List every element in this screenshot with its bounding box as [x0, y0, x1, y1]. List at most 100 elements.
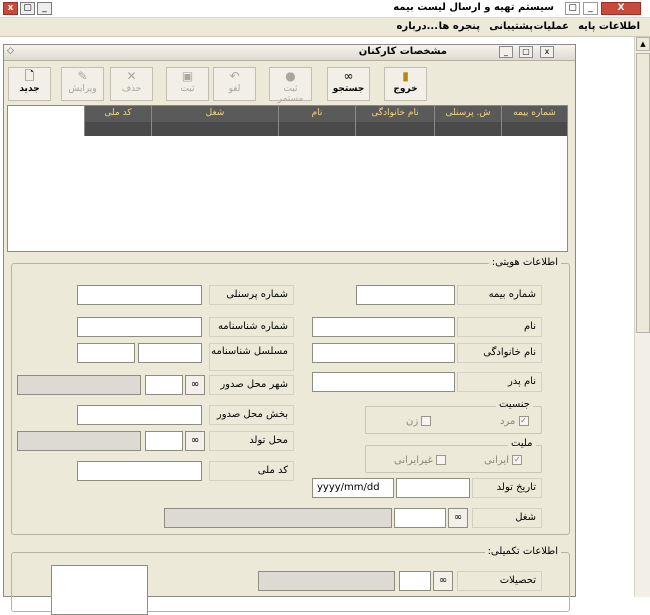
binoculars-icon: ∞ [438, 575, 448, 586]
job-code-input[interactable] [394, 508, 446, 528]
female-radio[interactable]: زن [406, 416, 432, 427]
undo-icon: ↶ [229, 69, 240, 83]
col-job[interactable]: شغل [151, 106, 278, 122]
col-insurance-no[interactable]: شماره بیمه [501, 106, 567, 122]
serial-input-1[interactable] [138, 343, 202, 363]
edit-button[interactable]: ✎ ویرایش [61, 67, 104, 101]
delete-button[interactable]: ✕ حذف [110, 67, 153, 101]
minimize-icon[interactable]: _ [37, 2, 52, 15]
employees-grid[interactable]: شماره بیمه ش. پرسنلی نام خانوادگی نام شغ… [7, 105, 568, 252]
issue-city-name-field [17, 375, 141, 395]
birth-place-name-field [17, 431, 141, 451]
menu-support[interactable]: پشتیبانی [489, 21, 533, 32]
app-restore-icon[interactable]: ▢ [565, 2, 580, 15]
binoculars-icon: ∞ [190, 379, 200, 390]
window-title-bar: ◇ مشخصات کارکنان _ ▢ x [4, 45, 575, 61]
menu-windows[interactable]: پنجره ها [439, 21, 480, 32]
education-label: تحصیلات [457, 571, 542, 591]
national-code-input[interactable] [77, 461, 202, 481]
window-title: مشخصات کارکنان [358, 46, 447, 57]
job-lookup-button[interactable]: ∞ [448, 508, 468, 528]
education-lookup-button[interactable]: ∞ [433, 571, 453, 591]
issue-district-label: بخش محل صدور [209, 405, 294, 425]
grid-header: شماره بیمه ش. پرسنلی نام خانوادگی نام شغ… [84, 106, 567, 122]
employee-window: ◇ مشخصات کارکنان _ ▢ x ▮ خروج ∞ جستجو ● … [3, 44, 576, 615]
national-code-label: کد ملی [209, 461, 294, 481]
non-iranian-radio[interactable]: غیرایرانی [394, 455, 446, 466]
col-national-code[interactable]: کد ملی [84, 106, 151, 122]
menu-operations[interactable]: عملیات [533, 21, 569, 32]
exit-button[interactable]: ▮ خروج [384, 67, 427, 101]
menu-about[interactable]: درباره... [397, 21, 438, 32]
save-continuous-icon: ● [285, 69, 296, 83]
window-minimize-icon[interactable]: _ [499, 46, 513, 58]
birth-place-code-input[interactable] [145, 431, 183, 451]
insurance-no-label: شماره بیمه [457, 285, 542, 305]
extra-info-legend: اطلاعات تکمیلی: [484, 546, 561, 557]
issue-city-code-input[interactable] [145, 375, 183, 395]
issue-district-input[interactable] [77, 405, 202, 425]
father-name-input[interactable] [312, 372, 455, 392]
issue-city-label: شهر محل صدور [209, 375, 294, 395]
first-name-input[interactable] [312, 317, 455, 337]
birth-date-label: تاریخ تولد [472, 478, 542, 498]
birth-date-format: yyyy/mm/dd [312, 478, 394, 498]
new-button[interactable]: 🗋 جدید [8, 67, 51, 101]
personnel-no-input[interactable] [77, 285, 202, 305]
new-document-icon: 🗋 [24, 69, 35, 83]
iranian-radio[interactable]: ✓ ایرانی [484, 455, 523, 466]
delete-x-icon: ✕ [126, 69, 137, 83]
serial-label: مسلسل شناسنامه [209, 343, 294, 371]
menu-basic-info[interactable]: اطلاعات پایه [578, 21, 640, 32]
col-last-name[interactable]: نام خانوادگی [355, 106, 434, 122]
app-title: سیستم تهیه و ارسال لیست بیمه [393, 2, 554, 13]
job-label: شغل [472, 508, 542, 528]
save-button[interactable]: ▣ ثبت [166, 67, 209, 101]
binoculars-icon: ∞ [190, 435, 200, 446]
job-name-field [164, 508, 392, 528]
birth-place-lookup-button[interactable]: ∞ [185, 431, 205, 451]
col-first-name[interactable]: نام [278, 106, 355, 122]
vertical-scrollbar[interactable]: ▲ [634, 37, 650, 597]
id-number-label: شماره شناسنامه [209, 317, 294, 337]
education-code-input[interactable] [399, 571, 431, 591]
gender-legend: جنسیت [496, 399, 533, 410]
binoculars-icon: ∞ [453, 512, 463, 523]
menu-bar: اطلاعات پایه عملیات پشتیبانی پنجره ها در… [0, 18, 650, 37]
window-restore-icon[interactable]: ▢ [519, 46, 533, 58]
id-number-input[interactable] [77, 317, 202, 337]
identity-legend: اطلاعات هویتی: [488, 257, 561, 268]
cancel-button[interactable]: ↶ لغو [213, 67, 256, 101]
photo-box[interactable] [51, 565, 148, 615]
save-continuous-button[interactable]: ● ثبت مستمر [269, 67, 312, 104]
close-icon[interactable]: x [3, 2, 18, 15]
last-name-input[interactable] [312, 343, 455, 363]
education-name-field [258, 571, 395, 591]
insurance-no-input[interactable] [356, 285, 455, 305]
scroll-thumb[interactable] [636, 53, 650, 333]
col-personnel-no[interactable]: ش. پرسنلی [434, 106, 501, 122]
binoculars-icon: ∞ [343, 69, 354, 83]
edit-icon: ✎ [77, 69, 88, 83]
search-button[interactable]: ∞ جستجو [327, 67, 370, 101]
father-name-label: نام پدر [457, 372, 542, 392]
check-icon: ✓ [518, 416, 529, 426]
last-name-label: نام خانوادگی [457, 343, 542, 363]
serial-input-2[interactable] [77, 343, 135, 363]
app-minimize-icon[interactable]: _ [583, 2, 598, 15]
table-row[interactable] [84, 122, 567, 136]
nationality-legend: ملیت [508, 438, 536, 449]
door-icon: ▮ [402, 69, 409, 83]
app-title-bar: x ▢ _ سیستم تهیه و ارسال لیست بیمه ▢ _ X [0, 0, 650, 18]
check-icon: ✓ [512, 455, 523, 465]
app-close-icon[interactable]: X [601, 2, 641, 15]
issue-city-lookup-button[interactable]: ∞ [185, 375, 205, 395]
restore-icon[interactable]: ▢ [20, 2, 35, 15]
male-radio[interactable]: ✓ مرد [500, 416, 529, 427]
window-system-icon[interactable]: ◇ [7, 46, 14, 56]
birth-place-label: محل تولد [209, 431, 294, 451]
birth-date-input[interactable] [396, 478, 470, 498]
window-close-icon[interactable]: x [540, 46, 554, 58]
scroll-up-icon[interactable]: ▲ [636, 37, 650, 51]
floppy-disk-icon: ▣ [181, 69, 194, 83]
